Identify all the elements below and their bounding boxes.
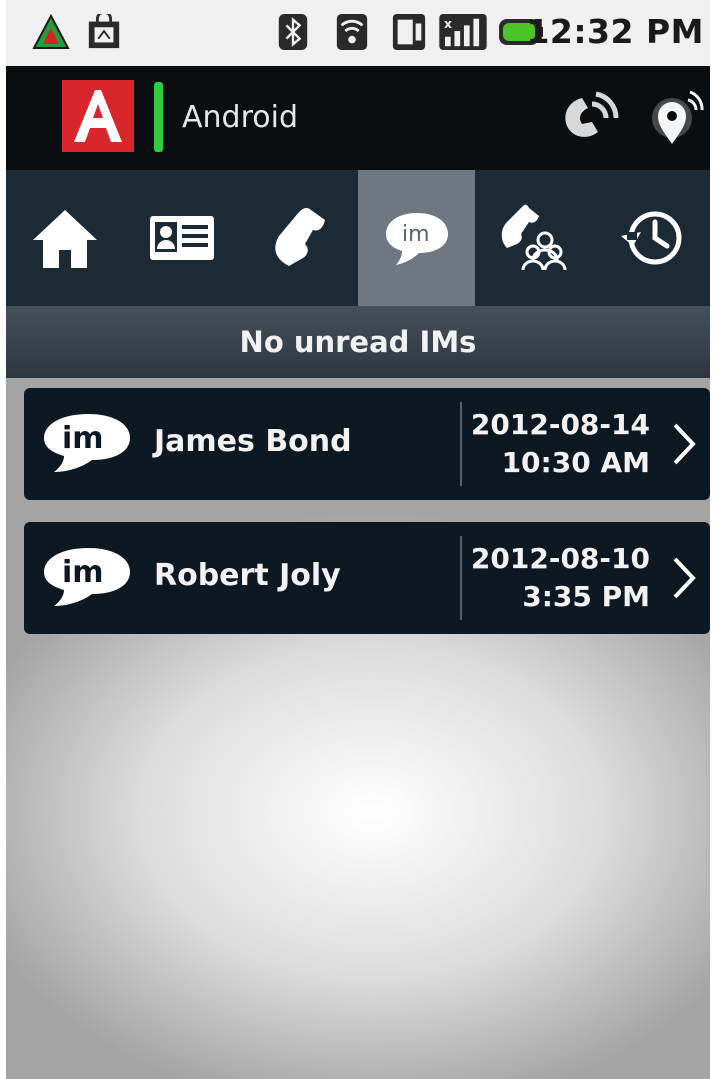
- home-icon: [32, 210, 97, 268]
- tab-im[interactable]: im: [357, 170, 476, 306]
- contacts-icon: [149, 216, 214, 260]
- voicemail-icon[interactable]: [558, 86, 630, 150]
- im-bubble-icon: im: [44, 414, 130, 472]
- logo-accent-bar: [154, 82, 163, 152]
- message-date: 2012-08-14: [470, 408, 650, 441]
- tab-contacts[interactable]: [123, 170, 240, 306]
- message-date: 2012-08-10: [470, 542, 650, 575]
- im-icon: im: [385, 213, 448, 265]
- phone-screen: x 12:32 PM Android im No unread IMs im J…: [6, 0, 710, 1079]
- chevron-right-icon: [673, 423, 696, 465]
- tab-history[interactable]: [593, 170, 710, 306]
- svg-text:im: im: [62, 555, 104, 590]
- conference-icon: [501, 204, 567, 271]
- phone-icon: [275, 208, 326, 266]
- list-item[interactable]: im Robert Joly 2012-08-10 3:35 PM: [24, 522, 710, 634]
- alert-triangle-icon: [32, 14, 70, 49]
- chevron-right-icon: [673, 557, 696, 599]
- bluetooth-icon: [278, 14, 308, 50]
- message-time: 3:35 PM: [522, 580, 650, 613]
- contact-name: Robert Joly: [154, 558, 341, 593]
- signal-icon: x: [439, 14, 487, 50]
- app-logo: [62, 80, 134, 152]
- status-bar: x 12:32 PM: [6, 0, 710, 66]
- im-status-bar: No unread IMs: [6, 306, 710, 378]
- im-status-text: No unread IMs: [239, 325, 477, 359]
- nav-bar: im: [6, 170, 710, 306]
- svg-text:im: im: [402, 222, 430, 247]
- svg-text:im: im: [62, 421, 104, 456]
- logo-letter-icon: [74, 90, 122, 142]
- row-divider: [460, 536, 462, 620]
- tab-home[interactable]: [6, 170, 123, 306]
- conversation-list: im James Bond 2012-08-14 10:30 AM im Rob…: [6, 378, 710, 1079]
- message-time: 10:30 AM: [501, 446, 650, 479]
- im-bubble-icon: im: [44, 548, 130, 606]
- location-icon[interactable]: [648, 86, 706, 152]
- sim-icon: [392, 14, 426, 50]
- wifi-icon: [336, 14, 368, 50]
- status-time: 12:32 PM: [526, 12, 704, 51]
- list-item[interactable]: im James Bond 2012-08-14 10:30 AM: [24, 388, 710, 500]
- contact-name: James Bond: [154, 424, 352, 459]
- tab-phone[interactable]: [241, 170, 358, 306]
- app-header: Android: [6, 66, 710, 170]
- history-icon: [621, 211, 682, 265]
- shopping-bag-icon: [88, 14, 120, 49]
- row-divider: [460, 402, 462, 486]
- svg-text:x: x: [444, 17, 452, 31]
- tab-conference[interactable]: [475, 170, 592, 306]
- app-title: Android: [182, 100, 298, 135]
